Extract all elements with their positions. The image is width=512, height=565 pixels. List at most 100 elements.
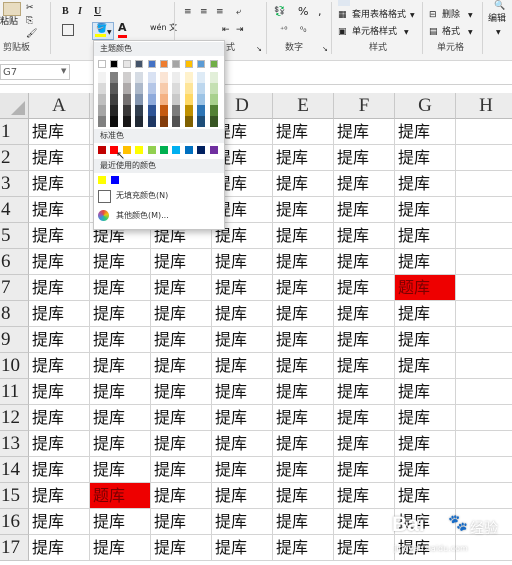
theme-shade-swatch[interactable] <box>98 72 106 83</box>
cell-b9[interactable]: 提库 <box>90 327 151 353</box>
theme-shade-swatch[interactable] <box>160 72 168 83</box>
theme-shade-swatch[interactable] <box>209 116 218 127</box>
cell-e11[interactable]: 提库 <box>273 379 334 405</box>
cell-f13[interactable]: 提库 <box>334 431 395 457</box>
cell-d13[interactable]: 提库 <box>212 431 273 457</box>
cell-a13[interactable]: 提库 <box>29 431 90 457</box>
cell-c9[interactable]: 提库 <box>151 327 212 353</box>
cell-d9[interactable]: 提库 <box>212 327 273 353</box>
theme-shade-swatch[interactable] <box>110 116 119 127</box>
dialog-launcher-icon[interactable]: ↘ <box>322 43 328 55</box>
column-header-g[interactable]: G <box>395 93 456 119</box>
underline-button[interactable]: U <box>94 6 101 18</box>
delete-button[interactable]: 删除 <box>442 9 460 21</box>
cell-b6[interactable]: 提库 <box>90 249 151 275</box>
select-all-corner[interactable] <box>0 93 29 119</box>
cell-c7[interactable]: 提库 <box>151 275 212 301</box>
theme-shade-swatch[interactable] <box>184 116 193 127</box>
format-painter-icon[interactable]: 🖌 <box>26 28 37 40</box>
theme-shade-swatch[interactable] <box>98 83 106 94</box>
row-header-14[interactable]: 14 <box>0 457 29 483</box>
cell-style-icon[interactable]: ▣ <box>338 26 347 38</box>
accounting-format-icon[interactable]: 💱 <box>274 6 285 18</box>
cut-icon[interactable]: ✂ <box>26 2 34 14</box>
row-header-5[interactable]: 5 <box>0 223 29 249</box>
cell-c17[interactable]: 提库 <box>151 535 212 561</box>
theme-shade-swatch[interactable] <box>122 105 131 116</box>
cell-d15[interactable]: 提库 <box>212 483 273 509</box>
theme-shade-swatch[interactable] <box>209 83 218 94</box>
theme-shade-swatch[interactable] <box>172 105 181 116</box>
cell-g6[interactable]: 提库 <box>395 249 456 275</box>
cell-a14[interactable]: 提库 <box>29 457 90 483</box>
theme-shade-swatch[interactable] <box>197 116 206 127</box>
percent-button[interactable]: % <box>298 6 308 18</box>
decrease-indent-icon[interactable]: ⇤ <box>222 24 230 36</box>
cell-b13[interactable]: 提库 <box>90 431 151 457</box>
cell-f9[interactable]: 提库 <box>334 327 395 353</box>
theme-shade-swatch[interactable] <box>184 105 193 116</box>
cell-a9[interactable]: 提库 <box>29 327 90 353</box>
cell-f12[interactable]: 提库 <box>334 405 395 431</box>
cell-a16[interactable]: 提库 <box>29 509 90 535</box>
cell-e1[interactable]: 提库 <box>273 119 334 145</box>
theme-shade-swatch[interactable] <box>98 105 106 116</box>
theme-shade-swatch[interactable] <box>147 94 156 105</box>
row-header-6[interactable]: 6 <box>0 249 29 275</box>
cell-e7[interactable]: 提库 <box>273 275 334 301</box>
row-header-16[interactable]: 16 <box>0 509 29 535</box>
cell-e12[interactable]: 提库 <box>273 405 334 431</box>
cell-e5[interactable]: 提库 <box>273 223 334 249</box>
cell-a6[interactable]: 提库 <box>29 249 90 275</box>
cell-a3[interactable]: 提库 <box>29 171 90 197</box>
copy-icon[interactable]: ⎘ <box>26 15 33 27</box>
theme-shade-swatch[interactable] <box>110 105 119 116</box>
cell-h3[interactable] <box>456 171 512 197</box>
cell-f7[interactable]: 提库 <box>334 275 395 301</box>
theme-color-swatch[interactable] <box>147 60 156 68</box>
cell-c15[interactable]: 提库 <box>151 483 212 509</box>
paste-button[interactable]: 粘贴 <box>0 16 18 28</box>
increase-indent-icon[interactable]: ⇥ <box>236 24 244 36</box>
align-left-icon[interactable]: ≡ <box>184 6 192 18</box>
cell-e14[interactable]: 提库 <box>273 457 334 483</box>
cell-f4[interactable]: 提库 <box>334 197 395 223</box>
chevron-down-icon[interactable]: ▼ <box>107 27 112 39</box>
theme-shade-swatch[interactable] <box>147 116 156 127</box>
theme-color-swatch[interactable] <box>197 60 206 68</box>
cell-f6[interactable]: 提库 <box>334 249 395 275</box>
edit-icon[interactable]: 🔍 <box>494 0 505 12</box>
cell-g10[interactable]: 提库 <box>395 353 456 379</box>
cell-c11[interactable]: 提库 <box>151 379 212 405</box>
standard-color-swatch[interactable] <box>172 146 181 154</box>
cell-e8[interactable]: 提库 <box>273 301 334 327</box>
theme-shade-swatch[interactable] <box>122 94 131 105</box>
cell-b15[interactable]: 题库 <box>90 483 151 509</box>
cell-d8[interactable]: 提库 <box>212 301 273 327</box>
row-header-17[interactable]: 17 <box>0 535 29 561</box>
cell-e9[interactable]: 提库 <box>273 327 334 353</box>
theme-shade-swatch[interactable] <box>98 94 106 105</box>
theme-color-swatch[interactable] <box>98 60 106 68</box>
cell-b16[interactable]: 提库 <box>90 509 151 535</box>
column-header-f[interactable]: F <box>334 93 395 119</box>
cell-f1[interactable]: 提库 <box>334 119 395 145</box>
cell-f10[interactable]: 提库 <box>334 353 395 379</box>
bold-button[interactable]: B <box>62 6 69 18</box>
row-header-1[interactable]: 1 <box>0 119 29 145</box>
format-icon[interactable]: ▤ <box>429 26 438 38</box>
cell-a5[interactable]: 提库 <box>29 223 90 249</box>
comma-style-icon[interactable]: , <box>318 6 322 18</box>
standard-color-swatch[interactable] <box>147 146 156 154</box>
row-header-8[interactable]: 8 <box>0 301 29 327</box>
align-right-icon[interactable]: ≡ <box>216 6 224 18</box>
borders-icon[interactable] <box>62 24 74 36</box>
cell-g5[interactable]: 提库 <box>395 223 456 249</box>
theme-shade-swatch[interactable] <box>172 72 181 83</box>
theme-shade-swatch[interactable] <box>184 94 193 105</box>
theme-shade-swatch[interactable] <box>110 94 119 105</box>
cell-e13[interactable]: 提库 <box>273 431 334 457</box>
cell-h5[interactable] <box>456 223 512 249</box>
recent-color-swatch[interactable] <box>111 176 119 184</box>
cell-e15[interactable]: 提库 <box>273 483 334 509</box>
